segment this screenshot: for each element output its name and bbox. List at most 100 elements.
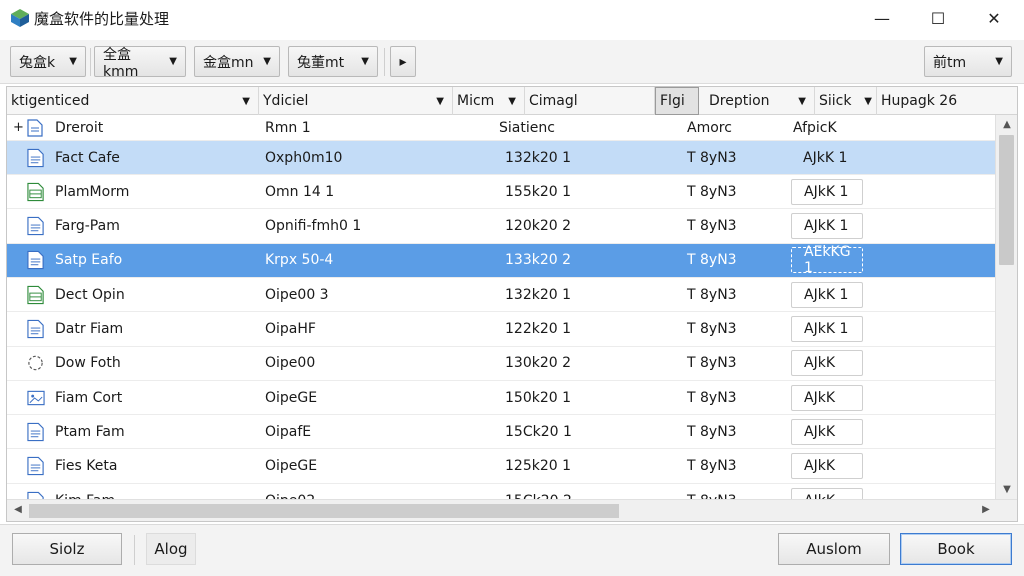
file-type: OipeGE — [265, 389, 318, 406]
footer-separator — [134, 535, 135, 565]
file-size: 132k20 1 — [505, 149, 572, 166]
pick-chip[interactable]: AJkK 1 — [791, 316, 863, 342]
chevron-down-icon: ▼ — [508, 95, 516, 107]
toolbar: 兔盒k ▼ 全盒kmm ▼ 金盒mn ▼ 兔董mt ▼ ▸ 前tm ▼ — [0, 40, 1024, 84]
file-name: Datr Fiam — [55, 321, 124, 337]
file-type: OipaHF — [265, 321, 316, 337]
title-bar: 魔盒软件的比量处理 — ☐ ✕ — [0, 0, 1024, 36]
table-row[interactable]: Datr Fiam OipaHF 122k20 1 T 8yN3 AJkK 1 — [7, 313, 995, 347]
scroll-left-icon[interactable]: ◀ — [7, 504, 29, 515]
table-row[interactable]: Fact Cafe Oxph0m10 132k20 1 T 8yN3 AJkK 1 — [7, 141, 995, 175]
file-name: Farg-Pam — [55, 218, 120, 235]
column-header-3[interactable]: Micm ▼ — [453, 87, 525, 115]
left-action-button[interactable]: Siolz — [12, 533, 122, 565]
document-icon — [27, 216, 44, 236]
table-row[interactable]: Fiam Cort OipeGE 150k20 1 T 8yN3 AJkK — [7, 381, 995, 416]
toolbar-overflow-button[interactable]: ▸ — [390, 46, 416, 77]
pick-chip[interactable]: AJkK — [791, 487, 863, 499]
pick-chip[interactable]: AJkK — [791, 350, 863, 377]
horizontal-scroll-thumb[interactable] — [29, 504, 619, 518]
window-title: 魔盒软件的比量处理 — [34, 10, 170, 28]
pick-chip[interactable]: AEkKG 1 — [791, 244, 863, 276]
toolbar-dropdown-3[interactable]: 金盒mn ▼ — [194, 46, 280, 77]
file-type: OipeGE — [265, 458, 318, 475]
table-row[interactable]: Fies Keta OipeGE 125k20 1 T 8yN3 AJkK — [7, 450, 995, 484]
book-button[interactable]: Book — [900, 533, 1012, 565]
table-row[interactable]: Farg-Pam Opnifi-fmh0 1 120k20 2 T 8yN3 AJkK … — [7, 210, 995, 244]
toolbar-separator — [384, 48, 385, 76]
table-row[interactable]: Satp Eafo Krpx 50-4 133k20 2 T 8yN3 AEkKG 1 — [7, 243, 995, 278]
column-header-label: Hupagk 26 — [881, 93, 958, 109]
toolbar-dropdown-2[interactable]: 全盒kmm ▼ — [94, 46, 186, 80]
pick-chip[interactable]: AJkK 1 — [791, 281, 863, 308]
column-header-6[interactable]: Dreption ▼ — [705, 87, 815, 115]
toolbar-separator — [90, 48, 91, 76]
close-button[interactable]: ✕ — [966, 0, 1022, 36]
file-size: 155k20 1 — [505, 183, 572, 200]
expand-icon[interactable]: + — [13, 115, 24, 140]
column-header-label: Siick — [819, 93, 852, 109]
column-header-1[interactable]: ktigenticed ▼ — [7, 87, 259, 115]
column-header-8[interactable]: Hupagk 26 — [877, 87, 1017, 115]
file-type: Oxph0m10 — [265, 149, 343, 166]
document-icon — [27, 319, 44, 339]
table-row[interactable]: Ptam Fam OipafE 15Ck20 1 T 8yN3 AJkK — [7, 415, 995, 450]
vertical-scrollbar[interactable]: ▲ ▼ — [995, 115, 1017, 499]
file-amount: T 8yN3 — [687, 484, 737, 500]
document-icon — [27, 491, 44, 499]
group-row[interactable]: + Dreroit Rmn 1 Siatienc Amorc AfpicK — [7, 115, 995, 141]
pick-chip[interactable]: AJkK — [791, 418, 863, 445]
toolbar-dropdown-4[interactable]: 兔董mt ▼ — [288, 46, 378, 77]
file-size: 122k20 1 — [505, 321, 572, 337]
file-amount: T 8yN3 — [687, 149, 737, 166]
document-icon — [27, 251, 44, 270]
scroll-down-icon[interactable]: ▼ — [996, 484, 1017, 495]
chevron-down-icon: ▼ — [798, 95, 806, 107]
pick-chip[interactable]: AJkK — [791, 384, 863, 411]
table-row[interactable]: PlamMorm Omn 14 1 155k20 1 T 8yN3 AJkK 1 — [7, 175, 995, 210]
column-header-2[interactable]: Ydiciel ▼ — [259, 87, 453, 115]
toolbar-dropdown-3-label: 金盒mn — [203, 54, 254, 71]
column-header-label: Flgi — [660, 93, 685, 109]
maximize-button[interactable]: ☐ — [910, 0, 966, 36]
pick-chip[interactable]: AJkK — [791, 453, 863, 480]
table-row[interactable]: Kim Fam Oipe02 15Ck20 2 T 8yN3 AJkK — [7, 484, 995, 499]
grid-rows: + Dreroit Rmn 1 Siatienc Amorc AfpicK Fa… — [7, 115, 995, 499]
file-size: 120k20 2 — [505, 218, 572, 235]
file-grid: ktigenticed ▼ Ydiciel ▼ Micm ▼ Cimagl Fl… — [6, 86, 1018, 522]
file-size: 133k20 2 — [505, 252, 572, 269]
column-header-label: Dreption — [709, 93, 770, 109]
chevron-down-icon: ▼ — [361, 56, 369, 67]
file-amount: T 8yN3 — [687, 423, 737, 440]
file-name: Satp Eafo — [55, 252, 123, 269]
horizontal-scrollbar[interactable]: ◀ ▶ — [7, 499, 1017, 521]
scroll-right-icon[interactable]: ▶ — [975, 504, 997, 515]
file-amount: T 8yN3 — [687, 218, 737, 235]
chevron-down-icon: ▼ — [69, 56, 77, 67]
secondary-action-button[interactable]: Alog — [146, 533, 196, 565]
document-icon — [27, 422, 44, 441]
column-header-5[interactable]: Flgi — [655, 87, 699, 115]
column-header-4[interactable]: Cimagl — [525, 87, 655, 115]
file-name: Fies Keta — [55, 458, 118, 475]
column-header-label: Cimagl — [529, 93, 578, 109]
auslom-button[interactable]: Auslom — [778, 533, 890, 565]
vertical-scroll-thumb[interactable] — [999, 135, 1014, 265]
toolbar-right-dropdown[interactable]: 前tm ▼ — [924, 46, 1012, 77]
toolbar-dropdown-1[interactable]: 兔盒k ▼ — [10, 46, 86, 77]
column-header-7[interactable]: Siick ▼ — [815, 87, 877, 115]
spreadsheet-icon — [27, 182, 44, 201]
table-row[interactable]: Dect Opin Oipe00 3 132k20 1 T 8yN3 AJkK 1 — [7, 278, 995, 313]
minimize-button[interactable]: — — [854, 0, 910, 36]
document-icon — [27, 118, 43, 137]
grid-header: ktigenticed ▼ Ydiciel ▼ Micm ▼ Cimagl Fl… — [7, 87, 1017, 115]
pick-chip[interactable]: AJkK 1 — [791, 213, 863, 240]
file-name: PlamMorm — [55, 183, 130, 200]
file-name: Ptam Fam — [55, 423, 125, 440]
toolbar-dropdown-2-label: 全盒kmm — [103, 46, 139, 80]
pick-chip[interactable]: AJkK 1 — [791, 178, 863, 205]
file-amount: T 8yN3 — [687, 355, 737, 372]
chevron-right-icon: ▸ — [399, 53, 407, 70]
scroll-up-icon[interactable]: ▲ — [996, 119, 1017, 130]
table-row[interactable]: Dow Foth Oipe00 130k20 2 T 8yN3 AJkK — [7, 347, 995, 381]
